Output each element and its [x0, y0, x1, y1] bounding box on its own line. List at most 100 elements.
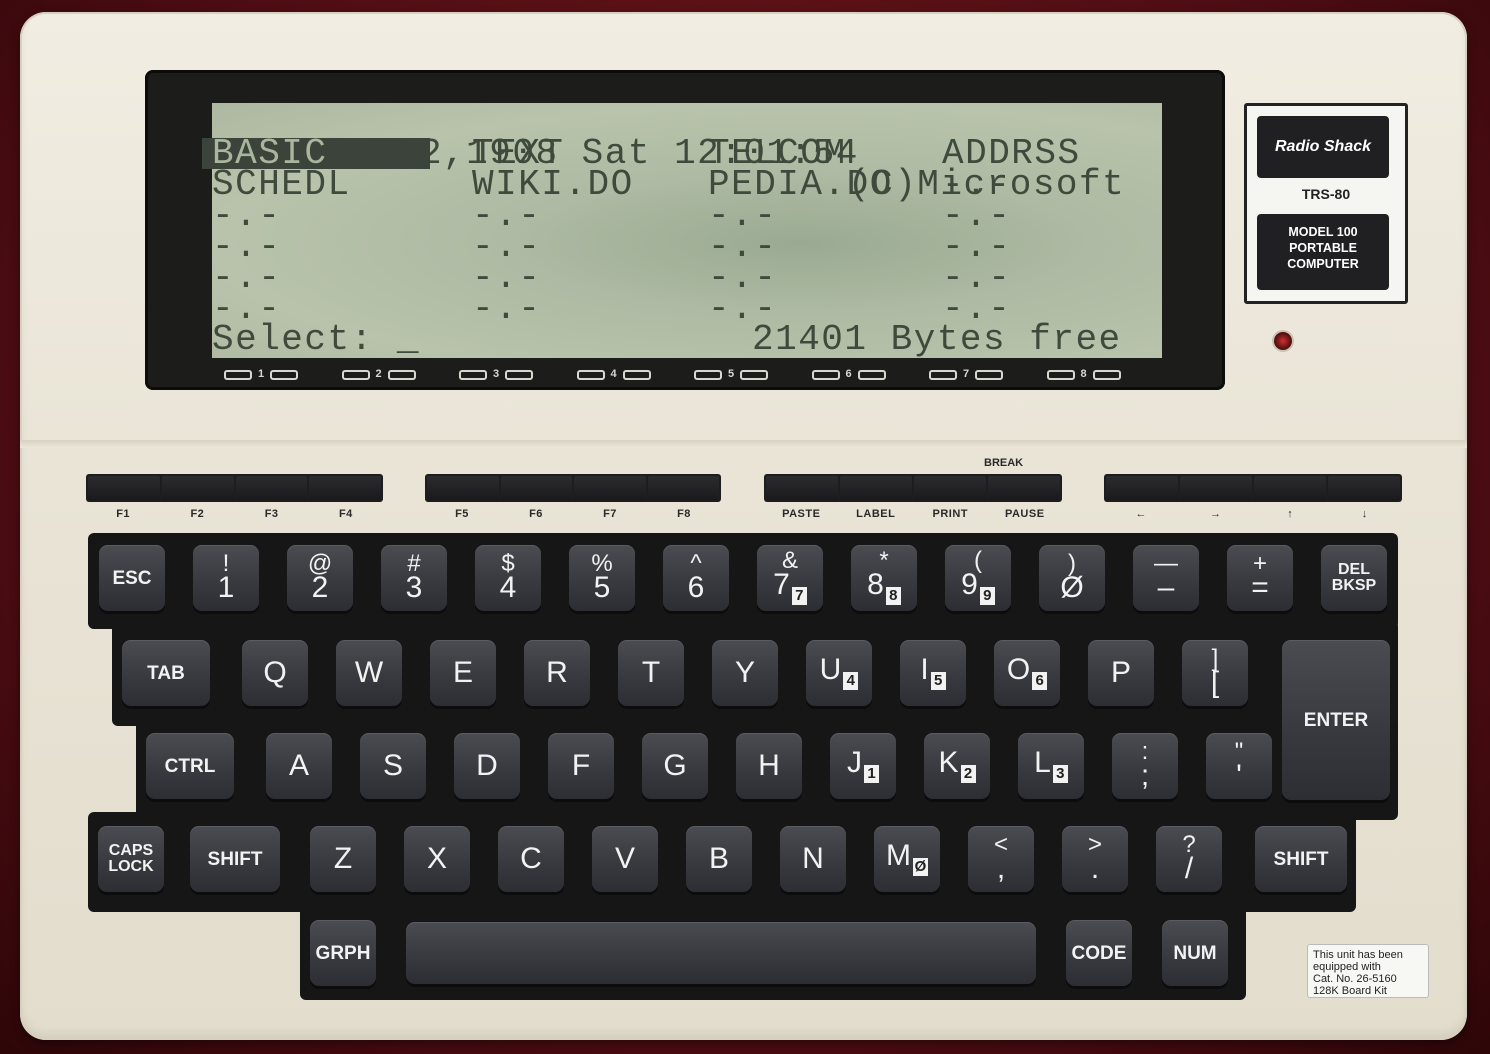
key-legend: NUM [1173, 944, 1216, 963]
function-key[interactable] [1180, 476, 1252, 500]
key[interactable]: O6 [994, 640, 1060, 706]
key-legend-text: 4 [499, 571, 517, 604]
key[interactable]: * 8 8 [851, 545, 917, 611]
key[interactable]: L3 [1018, 733, 1084, 799]
menu-item[interactable]: -.- [472, 291, 541, 327]
function-key[interactable] [914, 476, 986, 500]
key-legend-text: 5 [593, 571, 611, 604]
function-key[interactable] [988, 476, 1060, 500]
key[interactable]: GRPH [310, 920, 376, 986]
key-legend-text: – [1157, 571, 1175, 604]
key[interactable]: Y [712, 640, 778, 706]
key-legend-text: 2 [311, 571, 329, 604]
function-key[interactable] [574, 476, 646, 500]
key[interactable]: (9 9 [945, 545, 1011, 611]
key-legend-text: T [641, 656, 661, 689]
key-legend: F [572, 751, 590, 781]
key-legend-text: SHIFT [1273, 848, 1329, 870]
key-legend-text: ' [1236, 759, 1242, 792]
key[interactable]: NUM [1162, 920, 1228, 986]
key[interactable]: + = [1227, 545, 1293, 611]
function-key[interactable] [840, 476, 912, 500]
key-legend-text: H [758, 749, 780, 782]
key[interactable]: E [430, 640, 496, 706]
key[interactable]: F [548, 733, 614, 799]
function-key[interactable] [647, 476, 719, 500]
key[interactable]: — – [1133, 545, 1199, 611]
key[interactable]: @2 [287, 545, 353, 611]
key[interactable]: I5 [900, 640, 966, 706]
key[interactable]: W [336, 640, 402, 706]
key[interactable]: ? / [1156, 826, 1222, 892]
key[interactable]: >. [1062, 826, 1128, 892]
key[interactable]: A [266, 733, 332, 799]
function-key-label: F3 [264, 508, 279, 520]
key[interactable]: D [454, 733, 520, 799]
function-key[interactable] [1254, 476, 1326, 500]
key[interactable]: V [592, 826, 658, 892]
function-key[interactable] [766, 476, 838, 500]
key[interactable]: & 7 7 [757, 545, 823, 611]
key[interactable]: ! 1 [193, 545, 259, 611]
key[interactable]: CTRL [146, 733, 234, 799]
key-legend-text: TAB [147, 662, 185, 684]
key[interactable]: SHIFT [190, 826, 280, 892]
key[interactable]: C [498, 826, 564, 892]
key-legend: ESC [112, 569, 151, 588]
key[interactable]: % 5 [569, 545, 635, 611]
key-legend-text: = [1251, 571, 1269, 604]
key-legend-text: C [520, 842, 542, 875]
key-legend: A [289, 751, 309, 781]
key[interactable]: CAPS LOCK [98, 826, 164, 892]
key[interactable]: ][ [1182, 640, 1248, 706]
key[interactable]: <, [968, 826, 1034, 892]
function-key[interactable] [1106, 476, 1178, 500]
key[interactable]: #3 [381, 545, 447, 611]
key[interactable]: S [360, 733, 426, 799]
enter-key[interactable]: ENTER [1282, 640, 1390, 800]
sticker-line: equipped with [1313, 961, 1381, 973]
function-key[interactable] [1328, 476, 1400, 500]
desc-line-2: PORTABLE [1289, 241, 1357, 255]
key[interactable]: Q [242, 640, 308, 706]
function-key[interactable] [309, 476, 381, 500]
key[interactable]: Z [310, 826, 376, 892]
key[interactable]: ESC [99, 545, 165, 611]
function-key[interactable] [88, 476, 160, 500]
key[interactable]: MØ [874, 826, 940, 892]
key[interactable]: B [686, 826, 752, 892]
key-legend-text: Q [263, 656, 287, 689]
key[interactable]: N [780, 826, 846, 892]
key[interactable]: P [1088, 640, 1154, 706]
function-key[interactable] [161, 476, 234, 500]
key[interactable]: X [404, 826, 470, 892]
key[interactable]: R [524, 640, 590, 706]
function-key-label: F1 [116, 508, 131, 520]
numpad-legend: 9 [979, 587, 995, 605]
key[interactable]: ^ 6 [663, 545, 729, 611]
key[interactable]: $4 [475, 545, 541, 611]
key[interactable]: H [736, 733, 802, 799]
function-key[interactable] [500, 476, 572, 500]
desc-line-3: COMPUTER [1287, 257, 1359, 271]
key[interactable]: TAB [122, 640, 210, 706]
key[interactable]: K2 [924, 733, 990, 799]
function-key[interactable] [235, 476, 308, 500]
numpad-legend: 1 [864, 765, 879, 783]
function-key-group [1104, 474, 1402, 502]
key-legend-text: CODE [1071, 942, 1127, 964]
key[interactable]: J1 [830, 733, 896, 799]
key[interactable]: :; [1112, 733, 1178, 799]
function-key[interactable] [427, 476, 499, 500]
key[interactable]: G [642, 733, 708, 799]
key[interactable]: DEL BKSP [1321, 545, 1387, 611]
space-bar[interactable] [406, 922, 1036, 984]
sticker-line: 128K Board Kit [1313, 985, 1387, 997]
key[interactable]: SHIFT [1255, 826, 1347, 892]
key[interactable]: " ' [1206, 733, 1272, 799]
key[interactable]: ) Ø [1039, 545, 1105, 611]
key[interactable]: U4 [806, 640, 872, 706]
key-legend-text: D [476, 749, 498, 782]
key[interactable]: T [618, 640, 684, 706]
key[interactable]: CODE [1066, 920, 1132, 986]
